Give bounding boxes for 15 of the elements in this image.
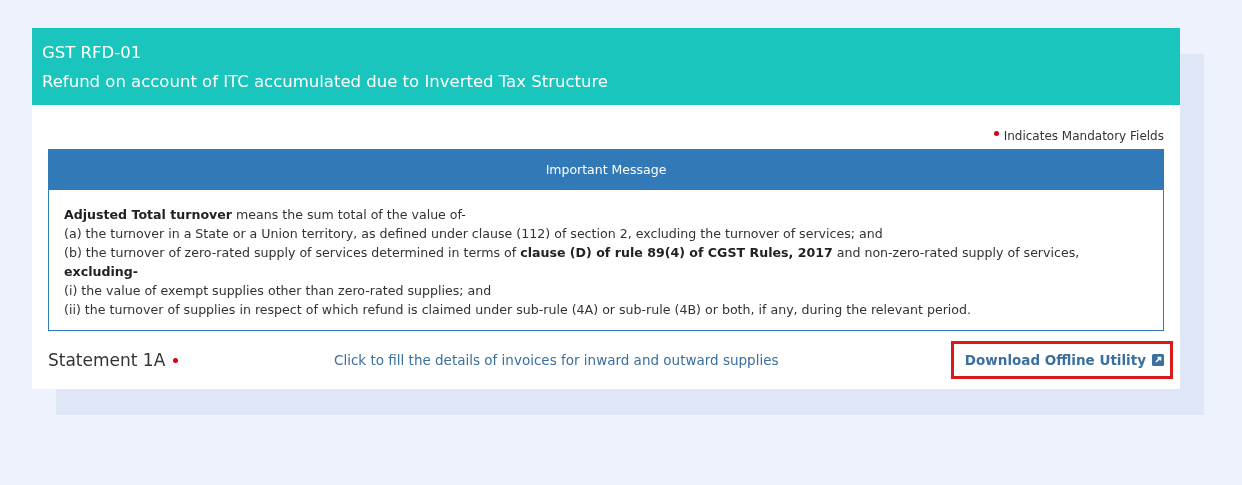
message-text: excluding- [64,263,139,281]
mandatory-dot [993,131,999,136]
message-text: (b) the turnover of zero-rated supply of services determined in terms of clause (D) of rule 89(4) of CGST Rules, 2017 and non-zero-rated supply of services, [64,244,1081,262]
form-title: Refund on account of ITC accumulated due to Inverted Tax Structure [42,72,609,91]
download-link[interactable]: Download Offline Utility [950,341,1173,379]
form-code: GST RFD-01 [42,43,143,62]
message-title: Important Message [49,150,1163,190]
statement-label: Statement 1A [48,350,166,370]
mandatory-note: Indicates Mandatory Fields [1003,129,1164,143]
fill-details-link[interactable]: Click to fill the details of invoices for inward and outward supplies [334,352,951,368]
message-text: (i) the value of exempt supplies other than zero-rated supplies; and [64,282,493,300]
message-text: (ii) the turnover of supplies in respect of which refund is claimed under sub-rule (4A) or sub-rule (4B) or both, if any, during the relevant period. [64,301,973,319]
external-link-icon [1152,354,1164,366]
message-text: Adjusted Total turnover means the sum total of the value of- [64,206,467,224]
message-text: (a) the turnover in a State or a Union territory, as defined under clause (112) of section 2, excluding the turnover of services; and [64,225,884,243]
